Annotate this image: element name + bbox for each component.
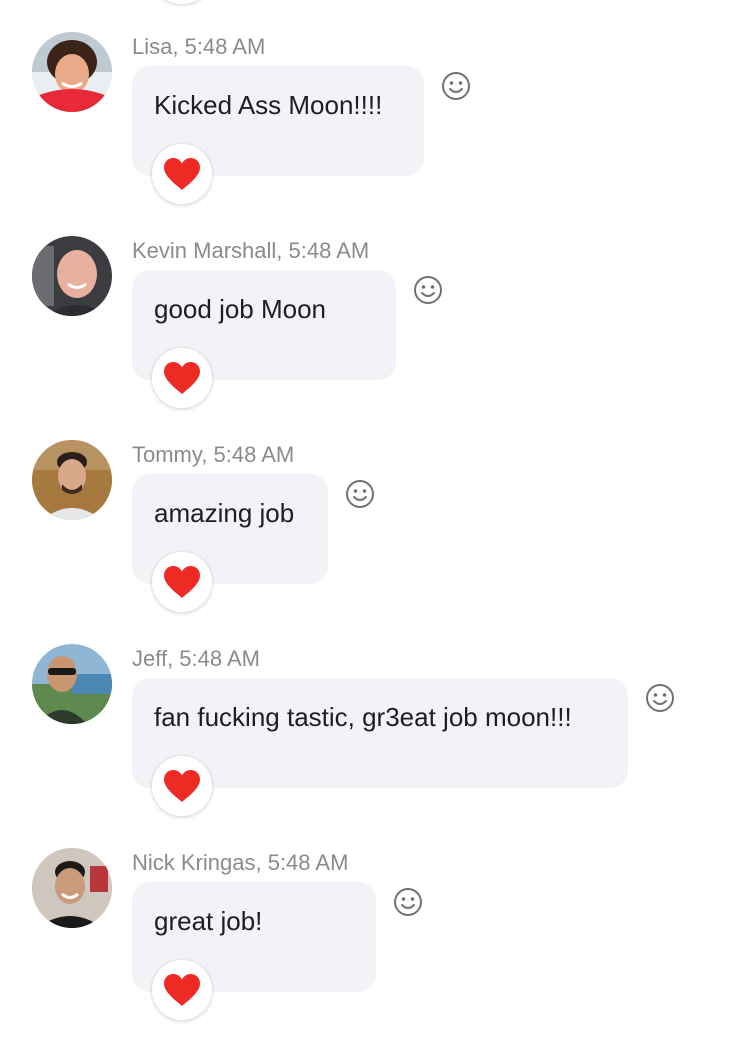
message-meta: Nick Kringas, 5:48 AM	[132, 850, 349, 875]
message-item: Jeff, 5:48 AM fan fucking tastic, gr3eat…	[0, 612, 756, 816]
message-text: good job Moon	[154, 294, 327, 324]
message-meta: Kevin Marshall, 5:48 AM	[132, 238, 370, 263]
heart-icon	[164, 974, 200, 1006]
heart-reaction-button[interactable]	[152, 552, 212, 612]
avatar-tommy[interactable]	[32, 440, 112, 520]
message-meta: Lisa, 5:48 AM	[132, 34, 266, 59]
message-meta: Tommy, 5:48 AM	[132, 442, 295, 467]
heart-icon	[164, 362, 200, 394]
avatar-jeff[interactable]	[32, 644, 112, 724]
message-item: Lisa, 5:48 AM Kicked Ass Moon!!!!	[0, 0, 756, 204]
add-reaction-icon[interactable]	[344, 478, 376, 510]
heart-reaction-button[interactable]	[152, 144, 212, 204]
message-text: amazing job	[154, 498, 295, 528]
add-reaction-icon[interactable]	[392, 886, 424, 918]
heart-reaction-button[interactable]	[152, 960, 212, 1020]
avatar-nick[interactable]	[32, 848, 112, 928]
add-reaction-icon[interactable]	[440, 70, 472, 102]
message-text: Kicked Ass Moon!!!!	[154, 90, 383, 120]
heart-reaction-button[interactable]	[152, 348, 212, 408]
heart-icon	[164, 566, 200, 598]
add-reaction-icon[interactable]	[644, 682, 676, 714]
heart-icon	[164, 770, 200, 802]
heart-reaction-button[interactable]	[152, 756, 212, 816]
heart-icon	[164, 158, 200, 190]
message-item: Kevin Marshall, 5:48 AM good job Moon	[0, 204, 756, 408]
avatar-kevin[interactable]	[32, 236, 112, 316]
add-reaction-icon[interactable]	[412, 274, 444, 306]
message-item: Tommy, 5:48 AM amazing job	[0, 408, 756, 612]
message-text: great job!	[154, 906, 263, 936]
message-item: Nick Kringas, 5:48 AM great job!	[0, 816, 756, 1020]
avatar-lisa[interactable]	[32, 32, 112, 112]
message-text: fan fucking tastic, gr3eat job moon!!!	[154, 702, 572, 732]
message-meta: Jeff, 5:48 AM	[132, 646, 261, 671]
